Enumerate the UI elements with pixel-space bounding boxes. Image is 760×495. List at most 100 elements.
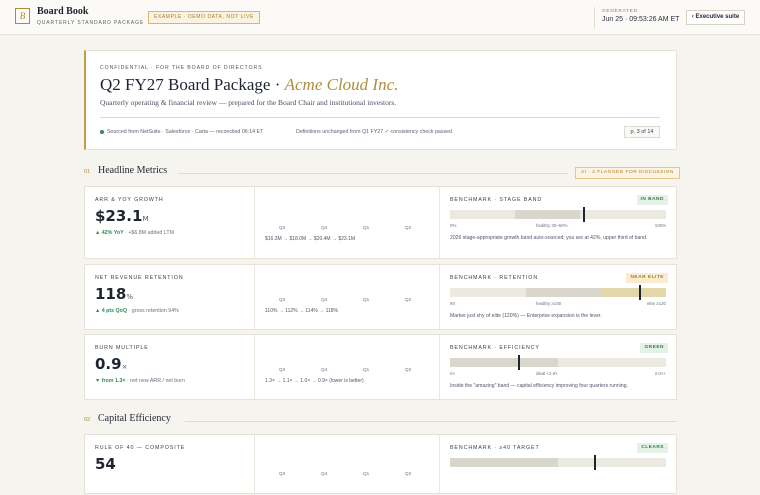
confidential-eyebrow: CONFIDENTIAL · FOR THE BOARD OF DIRECTOR… xyxy=(100,65,263,71)
metric-trend-cell: Q3 Q4 Q1 Q2 xyxy=(255,435,440,493)
app-title: Board Book xyxy=(37,6,89,17)
benchmark-band xyxy=(450,458,558,467)
metric-label: NET REVENUE RETENTION xyxy=(95,275,184,281)
benchmark-label: BENCHMARK · EFFICIENCY xyxy=(450,345,540,351)
benchmark-tick-label: 100% xyxy=(654,223,666,228)
page-title-main: Q2 FY27 Board Package · xyxy=(100,75,285,94)
metric-trend-cell: Q3 Q4 Q1 Q2 110% → 112% → 114% → 118% xyxy=(255,265,440,329)
section-number: 02 xyxy=(84,417,91,423)
metric-number: 54 xyxy=(95,455,116,473)
board-package-header-card: CONFIDENTIAL · FOR THE BOARD OF DIRECTOR… xyxy=(84,50,677,150)
benchmark-label: BENCHMARK · STAGE BAND xyxy=(450,197,543,203)
page-title: Q2 FY27 Board Package · Acme Cloud Inc. xyxy=(100,75,398,95)
metric-number: 118 xyxy=(95,285,127,303)
metric-value: 118% xyxy=(95,285,133,303)
page-indicator[interactable]: p. 3 of 14 xyxy=(624,126,660,138)
metric-trail: 1.3× → 1.1× → 1.0× → 0.9× (lower is bett… xyxy=(265,378,364,384)
quarter-label: Q4 xyxy=(321,367,328,372)
metric-value: $23.1M xyxy=(95,207,149,225)
app-subtitle: QUARTERLY STANDARD PACKAGE xyxy=(37,20,145,26)
quarter-label: Q2 xyxy=(405,471,412,476)
quarter-label: Q4 xyxy=(321,471,328,476)
benchmark-elite-band xyxy=(601,288,666,297)
benchmark-cell: BENCHMARK · RETENTION NEAR ELITE 90 healthy… xyxy=(440,265,678,329)
generated-label: GENERATED xyxy=(602,9,638,14)
status-dot-icon xyxy=(100,129,104,134)
executive-suite-button[interactable]: ‹ Executive suite xyxy=(686,10,745,25)
metric-delta-rest: · net new ARR / net burn xyxy=(125,378,185,384)
benchmark-note: Marker just shy of elite (120%) — Enterp… xyxy=(450,313,602,319)
metric-delta-strong: ▼ from 1.3× xyxy=(95,378,126,384)
metric-delta: ▲ 4 pts QoQ · gross retention 94% xyxy=(95,308,179,314)
quarter-label: Q2 xyxy=(405,225,412,230)
benchmark-marker xyxy=(593,455,596,470)
benchmark-band xyxy=(514,210,580,219)
quarter-label: Q3 xyxy=(279,225,286,230)
benchmark-marker xyxy=(518,355,521,370)
benchmark-band xyxy=(525,288,602,297)
metric-value-cell: NET REVENUE RETENTION 118% ▲ 4 pts QoQ · g… xyxy=(85,265,255,329)
benchmark-status-badge: IN BAND xyxy=(636,195,668,205)
metric-trail: 110% → 112% → 114% → 118% xyxy=(265,308,339,314)
metric-unit: × xyxy=(121,363,128,371)
metric-value-cell: BURN MULTIPLE 0.9× ▼ from 1.3× · net new A… xyxy=(85,335,255,399)
metric-delta-rest: · +$6.8M added LTM xyxy=(123,230,175,236)
section-rule xyxy=(178,173,568,174)
metric-value-cell: ARR & YOY GROWTH $23.1M ▲ 42% YoY · +$6.8M… xyxy=(85,187,255,258)
metric-trend-cell: Q3 Q4 Q1 Q2 $16.3M → $18.0M → $20.4M → $23.1… xyxy=(255,187,440,258)
benchmark-tick-label: healthy ≥100 xyxy=(536,301,562,306)
metric-unit: % xyxy=(126,293,133,301)
quarter-label: Q1 xyxy=(363,297,370,302)
benchmark-note: 2026 stage-appropriate growth band auto-… xyxy=(450,235,648,241)
benchmark-track xyxy=(450,455,666,470)
benchmark-cell: BENCHMARK · ≥40 TARGET CLEARS xyxy=(440,435,678,493)
benchmark-cell: BENCHMARK · EFFICIENCY GREEN 0× ideal <1.0×… xyxy=(440,335,678,399)
benchmark-track xyxy=(450,285,666,300)
metric-row-burn: BURN MULTIPLE 0.9× ▼ from 1.3× · net new A… xyxy=(84,334,677,400)
company-name: Acme Cloud Inc. xyxy=(284,75,399,94)
metric-delta-strong: ▲ 42% YoY xyxy=(95,230,124,236)
benchmark-marker xyxy=(582,207,585,222)
benchmark-tick-label: elite ≥120 xyxy=(646,301,666,306)
quarter-label: Q2 xyxy=(405,367,412,372)
sources-text: Sourced from NetSuite · Salesforce · Car… xyxy=(107,129,264,135)
metric-label: RULE OF 40 — COMPOSITE xyxy=(95,445,186,451)
metric-delta-rest: · gross retention 94% xyxy=(127,308,179,314)
definitions-line: Definitions unchanged from Q1 FY27 ✓ con… xyxy=(296,129,453,135)
metric-value: 0.9× xyxy=(95,355,127,373)
section-rule xyxy=(185,421,677,422)
metric-row-arr: ARR & YOY GROWTH $23.1M ▲ 42% YoY · +$6.8M… xyxy=(84,186,677,259)
sparkline xyxy=(274,210,431,246)
metric-row-nrr: NET REVENUE RETENTION 118% ▲ 4 pts QoQ · g… xyxy=(84,264,677,330)
metric-delta-strong: ▲ 4 pts QoQ xyxy=(95,308,128,314)
benchmark-status-badge: CLEARS xyxy=(637,443,668,453)
topbar-divider xyxy=(594,7,595,29)
quarter-label: Q1 xyxy=(363,367,370,372)
ai-flag-badge[interactable]: AI · 2 FLAGGED FOR DISCUSSION xyxy=(575,167,680,179)
header-rule xyxy=(100,117,660,118)
metric-label: BURN MULTIPLE xyxy=(95,345,149,351)
benchmark-tick-label: ideal <1.0× xyxy=(536,371,558,376)
sparkline xyxy=(274,460,431,484)
sources-line: Sourced from NetSuite · Salesforce · Car… xyxy=(100,129,263,135)
metric-unit: M xyxy=(142,215,149,223)
benchmark-track xyxy=(450,355,666,370)
benchmark-label: BENCHMARK · RETENTION xyxy=(450,275,539,281)
benchmark-tick-label: 2.0×+ xyxy=(654,371,666,376)
benchmark-band xyxy=(450,358,558,367)
quarter-label: Q3 xyxy=(279,367,286,372)
board-book-logo-icon: B xyxy=(15,8,30,24)
metric-delta: ▲ 42% YoY · +$6.8M added LTM xyxy=(95,230,174,236)
demo-data-badge: EXAMPLE · DEMO DATA, NOT LIVE xyxy=(148,11,260,24)
benchmark-tick-label: 90 xyxy=(450,301,455,306)
page-description: Quarterly operating & financial review —… xyxy=(100,98,397,107)
benchmark-status-badge: NEAR ELITE xyxy=(626,273,668,283)
benchmark-tick-label: 0× xyxy=(450,371,456,376)
quarter-label: Q2 xyxy=(405,297,412,302)
quarter-label: Q1 xyxy=(363,225,370,230)
quarter-label: Q4 xyxy=(321,225,328,230)
benchmark-status-badge: GREEN xyxy=(640,343,668,353)
metric-trend-cell: Q3 Q4 Q1 Q2 1.3× → 1.1× → 1.0× → 0.9× (lower… xyxy=(255,335,440,399)
generated-time: Jun 25 · 09:53:26 AM ET xyxy=(602,16,680,23)
benchmark-marker xyxy=(639,285,642,300)
